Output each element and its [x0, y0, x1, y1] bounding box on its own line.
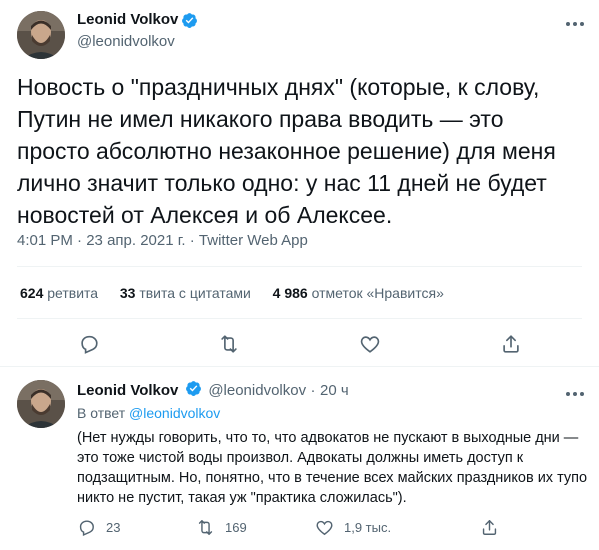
like-action[interactable]: 1,9 тыс.: [315, 518, 391, 537]
reply-to-link[interactable]: @leonidvolkov: [129, 405, 220, 421]
tweet-meta: 4:01 PM · 23 апр. 2021 г. · Twitter Web …: [17, 232, 308, 249]
reply-prefix: В ответ: [77, 405, 126, 421]
retweet-icon: [196, 518, 215, 537]
like-count: 1,9 тыс.: [344, 520, 392, 535]
tweet-date[interactable]: 23 апр. 2021 г.: [86, 232, 185, 249]
tweet-stats: 624 ретвита 33 твита с цитатами 4 986 от…: [20, 285, 444, 301]
author-handle[interactable]: @leonidvolkov: [77, 33, 175, 50]
retweets-stat[interactable]: 624 ретвита: [20, 285, 102, 301]
meta-separator: ·: [189, 232, 195, 249]
author-name[interactable]: Leonid Volkov: [77, 382, 178, 399]
like-icon[interactable]: [359, 333, 381, 355]
tweet-time[interactable]: 4:01 PM: [17, 232, 73, 249]
reply-icon[interactable]: [78, 333, 100, 355]
retweet-action[interactable]: 169: [196, 518, 247, 537]
verified-badge-icon: [185, 380, 202, 402]
reply-context: В ответ @leonidvolkov: [77, 405, 220, 421]
retweets-label: ретвита: [47, 285, 99, 301]
avatar[interactable]: [17, 380, 65, 428]
author-handle[interactable]: @leonidvolkov: [208, 382, 306, 399]
reply-header: Leonid Volkov @leonidvolkov · 20 ч: [77, 380, 349, 402]
meta-separator: ·: [77, 232, 83, 249]
meta-separator: ·: [310, 382, 316, 400]
divider: [17, 318, 582, 319]
likes-stat[interactable]: 4 986 отметок «Нравится»: [273, 285, 444, 301]
reply-icon: [77, 518, 96, 537]
reply-count: 23: [106, 520, 121, 535]
avatar[interactable]: [17, 11, 65, 59]
share-icon[interactable]: [500, 333, 522, 355]
retweet-icon[interactable]: [218, 333, 240, 355]
reply-tweet-text: (Нет нужды говорить, что то, что адвокат…: [77, 430, 588, 506]
tweet-time-ago[interactable]: 20 ч: [320, 382, 349, 399]
likes-label: отметок «Нравится»: [311, 285, 444, 301]
reply-action[interactable]: 23: [77, 518, 120, 537]
quotes-stat[interactable]: 33 твита с цитатами: [120, 285, 255, 301]
more-dots-icon[interactable]: [565, 386, 585, 397]
author-name[interactable]: Leonid Volkov: [77, 11, 178, 28]
retweet-count: 169: [225, 520, 247, 535]
retweets-count: 624: [20, 285, 44, 301]
more-dots-icon[interactable]: [565, 16, 585, 27]
verified-badge-icon: [181, 12, 198, 34]
share-icon[interactable]: [480, 518, 499, 537]
likes-count: 4 986: [272, 285, 308, 301]
quotes-count: 33: [119, 285, 136, 301]
like-icon: [315, 518, 334, 537]
quotes-label: твита с цитатами: [139, 285, 251, 301]
divider: [17, 266, 582, 267]
tweet-source[interactable]: Twitter Web App: [199, 232, 308, 249]
tweet-text: Новость о "праздничных днях" (которые, к…: [17, 74, 556, 228]
divider: [0, 366, 599, 367]
